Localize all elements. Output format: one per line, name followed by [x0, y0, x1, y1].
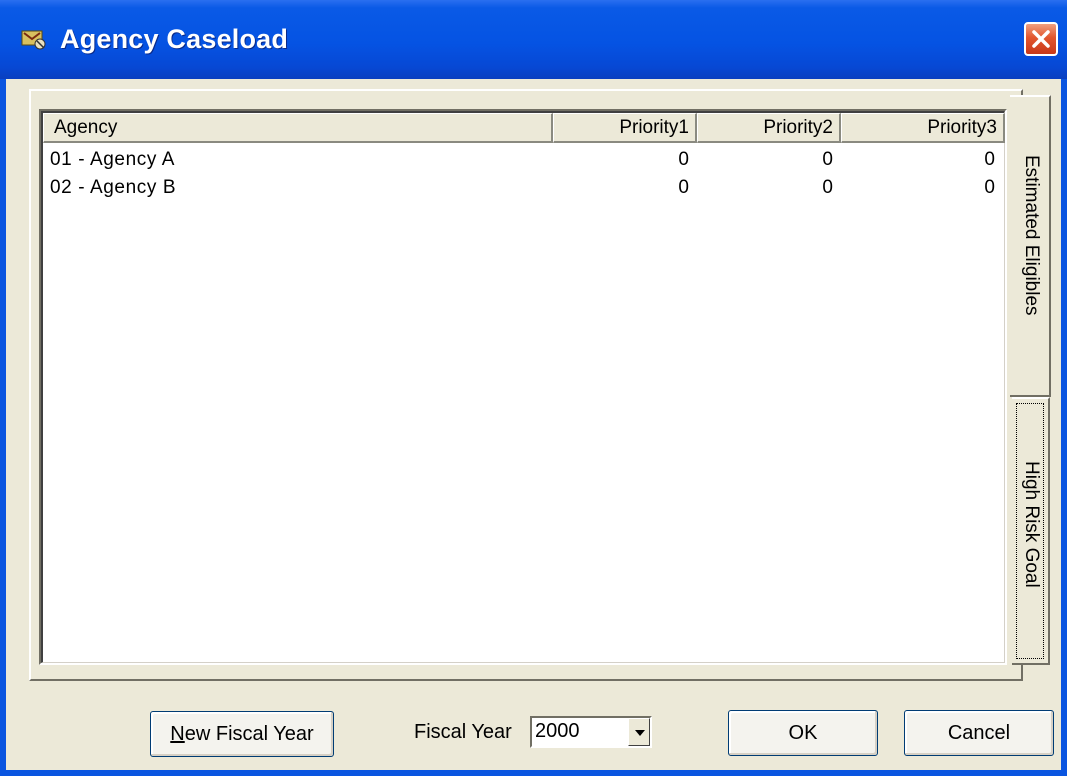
cancel-button[interactable]: Cancel	[904, 710, 1054, 756]
tab-estimated-eligibles-label: Estimated Eligibles	[1021, 155, 1042, 316]
new-fiscal-year-label: ew Fiscal Year	[184, 722, 314, 745]
agency-list[interactable]: Agency Priority1 Priority2 Priority3 01 …	[39, 109, 1007, 665]
list-header: Agency Priority1 Priority2 Priority3	[43, 113, 1005, 143]
agency-caseload-window: Agency Caseload Agency Priority1 Priorit…	[0, 0, 1067, 776]
ok-button[interactable]: OK	[728, 710, 878, 756]
tab-high-risk-goal-label: High Risk Goal	[1021, 461, 1042, 588]
window-title: Agency Caseload	[60, 24, 289, 54]
cell-priority2: 0	[822, 177, 833, 198]
cell-agency: 01 - Agency A	[50, 149, 176, 170]
dialog-client-area: Agency Priority1 Priority2 Priority3 01 …	[6, 79, 1061, 770]
fiscal-year-label: Fiscal Year	[414, 721, 512, 743]
table-row[interactable]: 01 - Agency A 0 0 0	[43, 146, 1004, 174]
fiscal-year-value: 2000	[535, 720, 580, 742]
new-fiscal-year-mnemonic: N	[170, 722, 185, 745]
column-header-priority2[interactable]: Priority2	[697, 113, 841, 143]
tab-high-risk-goal[interactable]: High Risk Goal	[1012, 397, 1050, 665]
title-bar[interactable]: Agency Caseload	[0, 0, 1067, 79]
cell-priority2: 0	[822, 149, 833, 170]
cell-priority1: 0	[678, 149, 689, 170]
cell-agency: 02 - Agency B	[50, 177, 177, 198]
column-header-agency[interactable]: Agency	[43, 113, 553, 143]
chevron-down-icon	[635, 730, 645, 736]
column-header-priority1[interactable]: Priority1	[553, 113, 697, 143]
agency-list-body: Agency Priority1 Priority2 Priority3 01 …	[41, 111, 1005, 663]
cell-priority1: 0	[678, 177, 689, 198]
close-icon	[1032, 30, 1050, 48]
close-button[interactable]	[1024, 22, 1058, 56]
tab-estimated-eligibles[interactable]: Estimated Eligibles	[1010, 95, 1051, 397]
cell-priority3: 0	[984, 177, 995, 198]
cell-priority3: 0	[984, 149, 995, 170]
fiscal-year-dropdown-button[interactable]	[628, 718, 650, 746]
app-icon	[21, 30, 46, 50]
table-row[interactable]: 02 - Agency B 0 0 0	[43, 174, 1004, 202]
fiscal-year-select[interactable]: 2000	[530, 716, 652, 748]
column-header-priority3[interactable]: Priority3	[841, 113, 1005, 143]
new-fiscal-year-button[interactable]: New Fiscal Year	[150, 711, 334, 757]
